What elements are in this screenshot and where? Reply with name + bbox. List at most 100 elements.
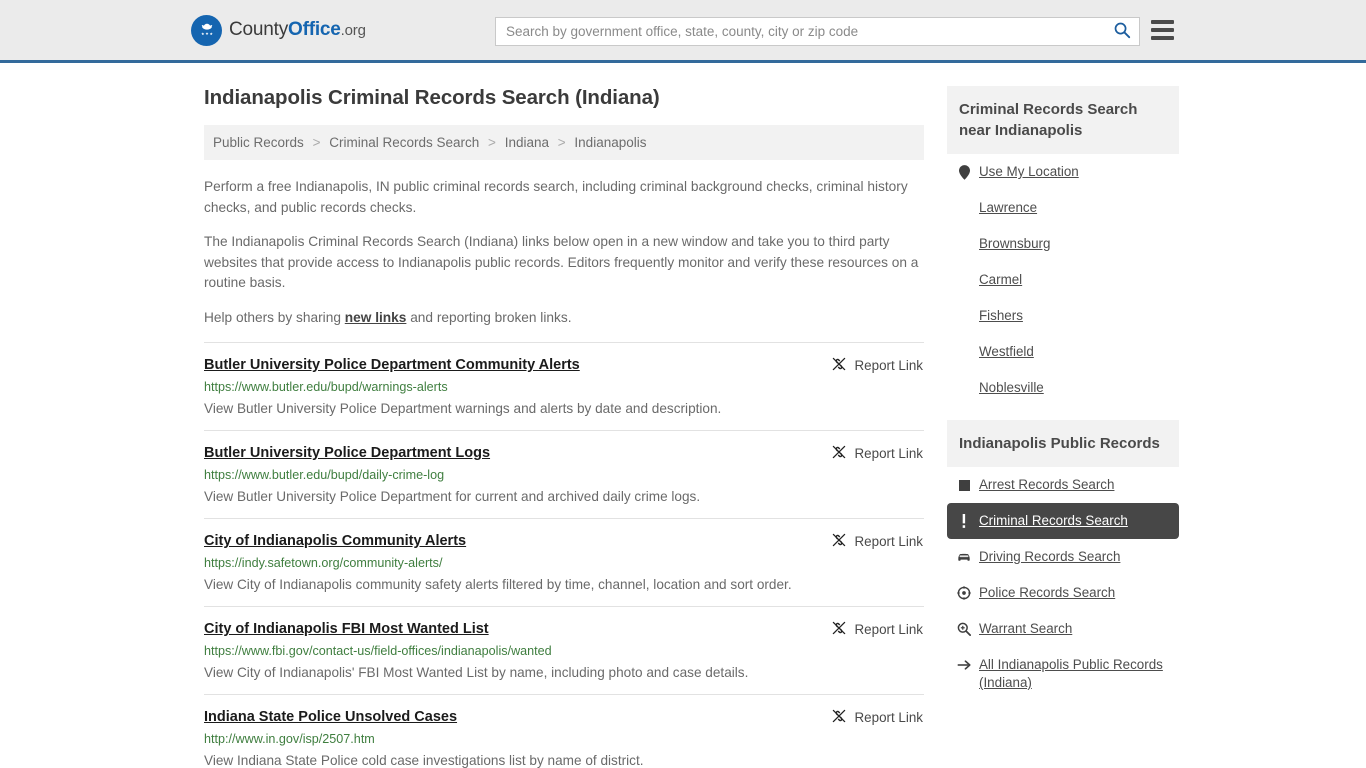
report-link-button[interactable]: Report Link: [831, 532, 923, 551]
sidebar-item-carmel[interactable]: Carmel: [947, 262, 1179, 298]
broken-link-icon: [831, 620, 847, 639]
sidebar-item-use-my-location[interactable]: Use My Location: [947, 154, 1179, 190]
breadcrumb-separator: >: [557, 135, 566, 150]
blank-icon: [957, 236, 971, 252]
report-link-label: Report Link: [854, 446, 923, 461]
site-logo[interactable]: CountyOffice.org: [191, 14, 366, 46]
breadcrumb-item-0[interactable]: Public Records: [213, 135, 304, 150]
report-link-button[interactable]: Report Link: [831, 620, 923, 639]
sidebar-nearby-label[interactable]: Carmel: [979, 271, 1022, 289]
result-description: View Indiana State Police cold case inve…: [204, 753, 644, 768]
breadcrumb-item-2[interactable]: Indiana: [505, 135, 549, 150]
intro-text: Perform a free Indianapolis, IN public c…: [204, 177, 924, 328]
result-title[interactable]: City of Indianapolis Community Alerts: [204, 533, 466, 549]
intro-paragraph-1: Perform a free Indianapolis, IN public c…: [204, 179, 908, 215]
sidebar-item-police-records-search[interactable]: Police Records Search: [947, 575, 1179, 611]
result-item: Butler University Police Department Logs…: [204, 430, 924, 518]
intro-p3-before: Help others by sharing: [204, 309, 345, 325]
sidebar-item-criminal-records-search[interactable]: Criminal Records Search: [947, 503, 1179, 539]
report-link-button[interactable]: Report Link: [831, 708, 923, 727]
sidebar-record-label[interactable]: Police Records Search: [979, 584, 1115, 602]
breadcrumb-separator: >: [312, 135, 321, 150]
sidebar-item-driving-records-search[interactable]: Driving Records Search: [947, 539, 1179, 575]
sidebar-record-label[interactable]: Driving Records Search: [979, 548, 1120, 566]
breadcrumb: Public Records > Criminal Records Search…: [204, 125, 924, 160]
logo-text-org: .org: [340, 22, 366, 39]
page-title: Indianapolis Criminal Records Search (In…: [204, 86, 660, 109]
sidebar-nearby-label[interactable]: Use My Location: [979, 163, 1079, 181]
page-body: Indianapolis Criminal Records Search (In…: [0, 86, 1366, 768]
sidebar-nearby-label[interactable]: Lawrence: [979, 199, 1037, 217]
car-icon: [957, 549, 971, 565]
search-icon: [1113, 21, 1131, 42]
blank-icon: [957, 308, 971, 324]
badge-icon: [957, 585, 971, 601]
location-pin-icon: [957, 164, 971, 180]
breadcrumb-separator: >: [488, 135, 496, 150]
main-content: Indianapolis Criminal Records Search (In…: [204, 86, 924, 768]
blank-icon: [957, 380, 971, 396]
site-header: CountyOffice.org: [0, 0, 1366, 63]
sidebar-item-fishers[interactable]: Fishers: [947, 298, 1179, 334]
intro-paragraph-3: Help others by sharing new links and rep…: [204, 308, 924, 329]
result-description: View Butler University Police Department…: [204, 489, 701, 504]
result-item: City of Indianapolis FBI Most Wanted Lis…: [204, 606, 924, 694]
sidebar-record-label[interactable]: Warrant Search: [979, 620, 1072, 638]
sidebar-item-arrest-records-search[interactable]: Arrest Records Search: [947, 467, 1179, 503]
search-input[interactable]: [496, 18, 1105, 45]
sidebar-record-label[interactable]: Arrest Records Search: [979, 476, 1114, 494]
sidebar-record-label[interactable]: Criminal Records Search: [979, 512, 1128, 530]
result-url[interactable]: http://www.in.gov/isp/2507.htm: [204, 732, 924, 746]
sidebar-item-warrant-search[interactable]: Warrant Search: [947, 611, 1179, 647]
sidebar-item-all-public-records[interactable]: All Indianapolis Public Records (Indiana…: [947, 647, 1179, 701]
sidebar-nearby-label[interactable]: Fishers: [979, 307, 1023, 325]
sidebar-record-label[interactable]: All Indianapolis Public Records (Indiana…: [979, 656, 1169, 692]
result-url[interactable]: https://www.butler.edu/bupd/daily-crime-…: [204, 468, 924, 482]
report-link-button[interactable]: Report Link: [831, 444, 923, 463]
result-item: Butler University Police Department Comm…: [204, 342, 924, 430]
sidebar-item-lawrence[interactable]: Lawrence: [947, 190, 1179, 226]
result-url[interactable]: https://www.fbi.gov/contact-us/field-off…: [204, 644, 924, 658]
logo-text: CountyOffice.org: [229, 19, 366, 41]
sidebar-nearby-list: Use My Location Lawrence Brownsburg Carm…: [947, 154, 1179, 406]
report-link-label: Report Link: [854, 710, 923, 725]
intro-p3-after: and reporting broken links.: [406, 309, 572, 325]
broken-link-icon: [831, 532, 847, 551]
exclamation-icon: [957, 513, 971, 529]
result-description: View City of Indianapolis' FBI Most Want…: [204, 665, 749, 680]
broken-link-icon: [831, 444, 847, 463]
sidebar-nearby-label[interactable]: Noblesville: [979, 379, 1044, 397]
report-link-button[interactable]: Report Link: [831, 356, 923, 375]
sidebar: Criminal Records Search near Indianapoli…: [947, 86, 1179, 768]
report-link-label: Report Link: [854, 622, 923, 637]
result-title[interactable]: City of Indianapolis FBI Most Wanted Lis…: [204, 621, 489, 637]
sidebar-nearby-heading: Criminal Records Search near Indianapoli…: [947, 86, 1179, 154]
sidebar-public-records-heading: Indianapolis Public Records: [947, 420, 1179, 467]
breadcrumb-item-3[interactable]: Indianapolis: [574, 135, 646, 150]
logo-text-office: Office: [288, 19, 341, 40]
hamburger-menu-icon[interactable]: [1151, 20, 1174, 40]
search-bar[interactable]: [495, 17, 1140, 46]
result-url[interactable]: https://www.butler.edu/bupd/warnings-ale…: [204, 380, 924, 394]
result-url[interactable]: https://indy.safetown.org/community-aler…: [204, 556, 924, 570]
square-icon: [957, 477, 971, 493]
result-title[interactable]: Butler University Police Department Logs: [204, 445, 490, 461]
broken-link-icon: [831, 708, 847, 727]
report-link-label: Report Link: [854, 358, 923, 373]
breadcrumb-item-1[interactable]: Criminal Records Search: [329, 135, 479, 150]
result-item: Indiana State Police Unsolved Cases http…: [204, 694, 924, 768]
magnifier-plus-icon: [957, 621, 971, 637]
sidebar-item-noblesville[interactable]: Noblesville: [947, 370, 1179, 406]
sidebar-item-westfield[interactable]: Westfield: [947, 334, 1179, 370]
search-button[interactable]: [1105, 18, 1139, 45]
sidebar-item-brownsburg[interactable]: Brownsburg: [947, 226, 1179, 262]
blank-icon: [957, 272, 971, 288]
arrow-right-icon: [957, 657, 971, 673]
sidebar-nearby-label[interactable]: Westfield: [979, 343, 1034, 361]
result-title[interactable]: Indiana State Police Unsolved Cases: [204, 709, 457, 725]
sidebar-nearby-label[interactable]: Brownsburg: [979, 235, 1050, 253]
new-links-link[interactable]: new links: [345, 310, 407, 325]
broken-link-icon: [831, 356, 847, 375]
result-title[interactable]: Butler University Police Department Comm…: [204, 357, 580, 373]
result-description: View City of Indianapolis community safe…: [204, 577, 792, 592]
